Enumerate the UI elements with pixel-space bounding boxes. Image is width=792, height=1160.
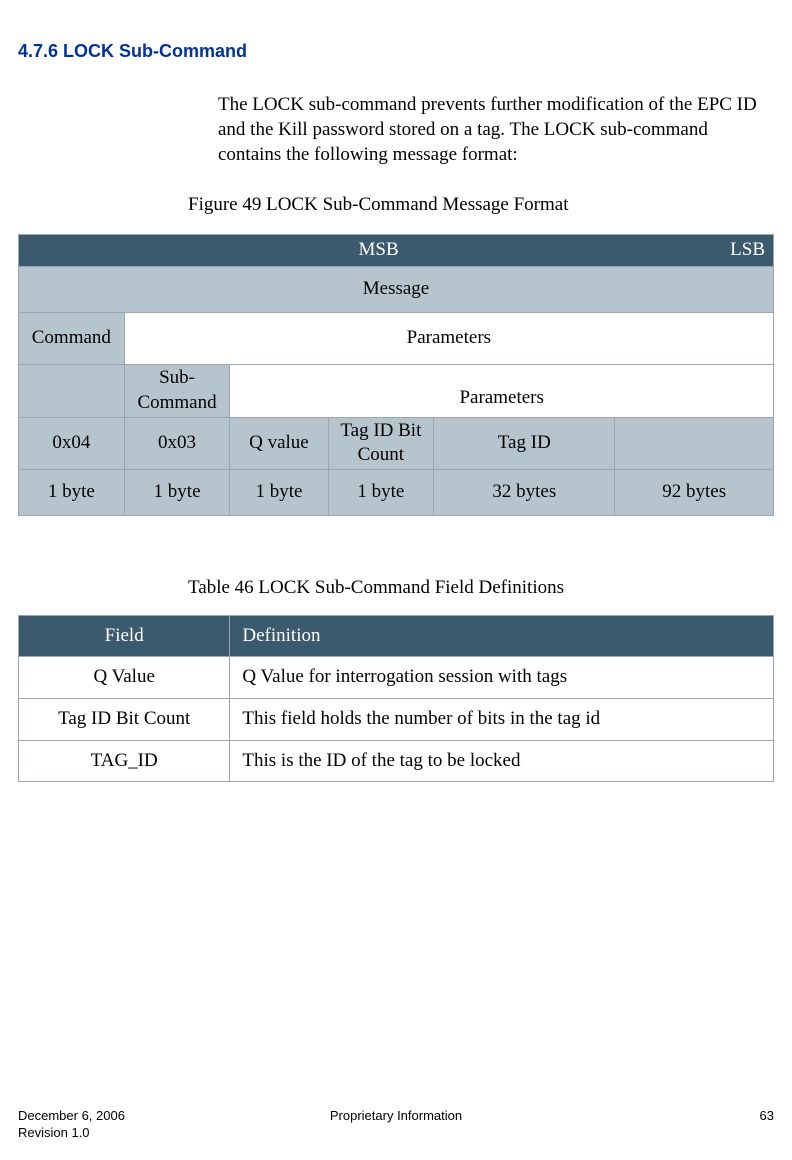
cmd-size: 1 byte [19, 469, 125, 515]
subcommand-cell: Sub-Command [124, 365, 230, 417]
table-row-field: Tag ID Bit Count [19, 698, 230, 740]
table-caption: Table 46 LOCK Sub-Command Field Definiti… [188, 576, 774, 601]
bitcount-size: 1 byte [328, 469, 434, 515]
footer-revision: Revision 1.0 [18, 1125, 90, 1140]
subcmd-value: 0x03 [124, 417, 230, 469]
table-row-field: Q Value [19, 657, 230, 699]
table-row-def: This field holds the number of bits in t… [230, 698, 774, 740]
bitcount-label: Tag ID Bit Count [328, 417, 434, 469]
figure-caption: Figure 49 LOCK Sub-Command Message Forma… [188, 193, 774, 218]
table-row-def: Q Value for interrogation session with t… [230, 657, 774, 699]
command-cell: Command [19, 313, 125, 365]
tagid-label: Tag ID [434, 417, 615, 469]
cmd-value: 0x04 [19, 417, 125, 469]
parameters-cell: Parameters [124, 313, 773, 365]
message-format-table: MSB LSB Message Command Parameters Sub-C… [18, 234, 774, 516]
parameters2-cell: Parameters [230, 365, 774, 417]
table-row-field: TAG_ID [19, 740, 230, 782]
msb-lsb-header: MSB LSB [19, 235, 774, 267]
msb-label: MSB [359, 239, 399, 260]
subcmd-size: 1 byte [124, 469, 230, 515]
qvalue-size: 1 byte [230, 469, 328, 515]
lsb-label: LSB [730, 238, 765, 263]
footer-center: Proprietary Information [18, 1108, 774, 1125]
tagid-size: 32 bytes [434, 469, 615, 515]
section-paragraph: The LOCK sub-command prevents further mo… [218, 93, 764, 167]
qvalue-label: Q value [230, 417, 328, 469]
section-heading: 4.7.6 LOCK Sub-Command [18, 40, 774, 63]
pad-size: 92 bytes [615, 469, 774, 515]
field-definitions-table: Field Definition Q Value Q Value for int… [18, 615, 774, 783]
table-row-def: This is the ID of the tag to be locked [230, 740, 774, 782]
page-footer: December 6, 2006 Revision 1.0 Proprietar… [18, 1108, 774, 1142]
pad-cell [615, 417, 774, 469]
blank-cell [19, 365, 125, 417]
message-row: Message [19, 267, 774, 313]
def-header-definition: Definition [230, 615, 774, 657]
def-header-field: Field [19, 615, 230, 657]
